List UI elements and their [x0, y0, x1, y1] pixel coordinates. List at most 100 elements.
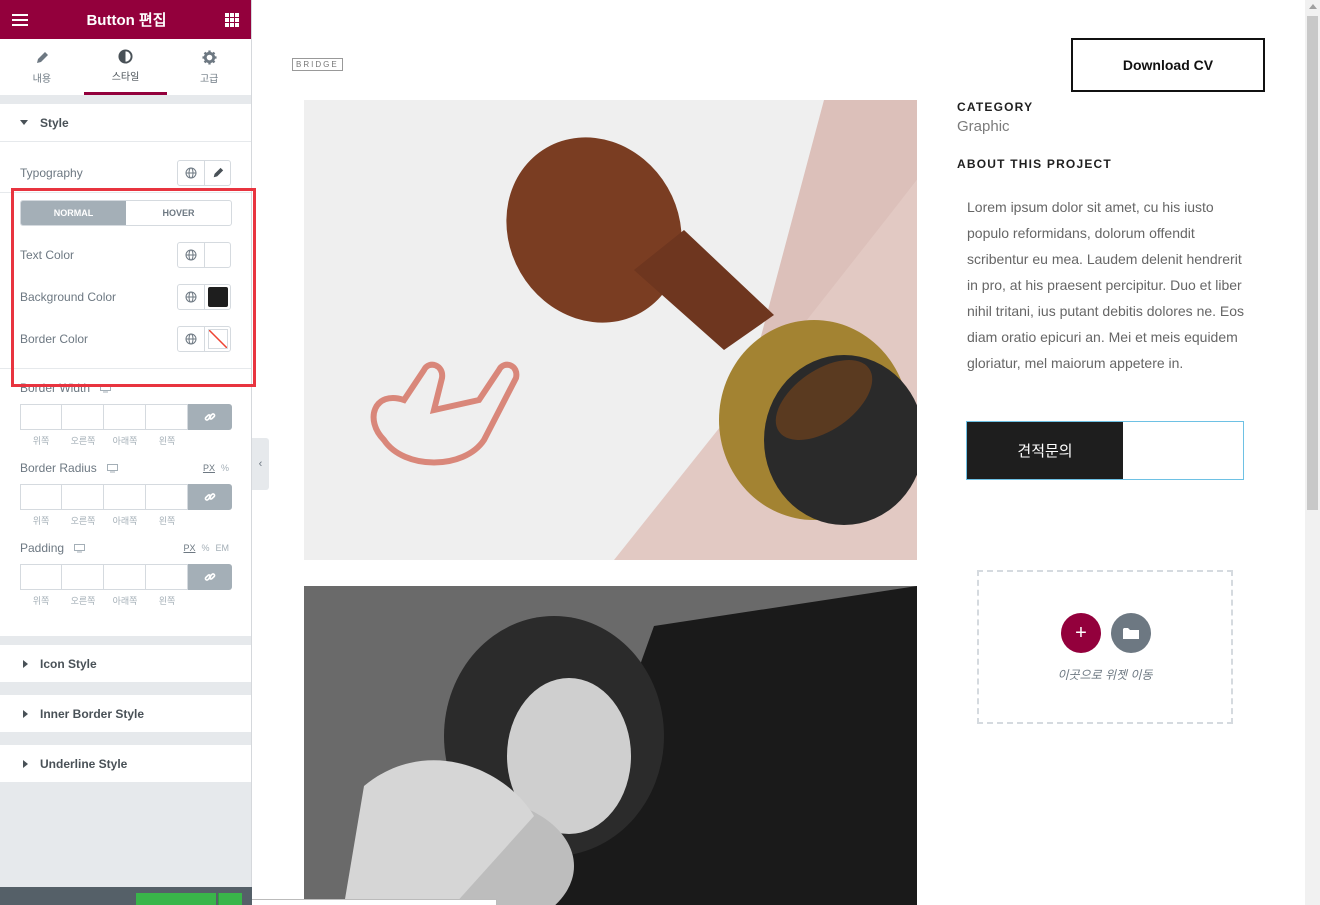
- caret-right-icon: [23, 659, 28, 668]
- text-color-control: Text Color: [20, 242, 231, 268]
- desktop-icon: [74, 543, 86, 552]
- unit-em[interactable]: EM: [216, 543, 230, 553]
- scroll-up-icon[interactable]: [1309, 4, 1317, 9]
- caret-down-icon: [20, 120, 28, 125]
- edit-typography-icon[interactable]: [204, 161, 230, 185]
- panel-footer: [0, 887, 252, 905]
- desktop-icon: [106, 463, 118, 472]
- project-info: CATEGORY Graphic ABOUT THIS PROJECT: [957, 100, 1257, 171]
- menu-icon[interactable]: [12, 13, 28, 26]
- link-icon[interactable]: [188, 404, 232, 430]
- padding-bottom-input[interactable]: [104, 564, 146, 590]
- section-icon-style-header[interactable]: Icon Style: [0, 644, 251, 682]
- border-width-top-input[interactable]: [20, 404, 62, 430]
- editor-panel: Button 편집 내용 스타일 고급 Style Typography NOR…: [0, 0, 252, 905]
- portrait-image: [304, 586, 917, 905]
- section-inner-border-style-header[interactable]: Inner Border Style: [0, 694, 251, 732]
- bottom-popup-edge: [252, 899, 497, 905]
- section-inner-border-style-title: Inner Border Style: [40, 706, 145, 721]
- border-width-left-input[interactable]: [146, 404, 188, 430]
- globe-icon[interactable]: [178, 243, 204, 267]
- style-section-body: Typography NORMAL HOVER Text Color Backg…: [0, 141, 251, 636]
- padding-label: Padding: [20, 541, 86, 555]
- state-toggle: NORMAL HOVER: [20, 200, 232, 226]
- tab-style[interactable]: 스타일: [83, 39, 168, 95]
- button-widget-selection[interactable]: 견적문의: [966, 421, 1244, 480]
- border-width-label: Border Width: [20, 381, 112, 395]
- padding-units: PX % EM: [183, 543, 229, 553]
- download-cv-button[interactable]: Download CV: [1071, 38, 1265, 92]
- page-scrollbar[interactable]: [1305, 0, 1320, 905]
- border-radius-units: PX %: [203, 463, 229, 473]
- chevron-left-icon: ‹: [258, 458, 263, 470]
- scrollbar-thumb[interactable]: [1307, 16, 1318, 510]
- section-style-title: Style: [40, 115, 69, 130]
- text-color-swatch[interactable]: [204, 243, 230, 267]
- panel-title: Button 편집: [86, 12, 167, 29]
- panel-header: Button 편집: [0, 0, 251, 39]
- tab-hover[interactable]: HOVER: [126, 201, 231, 225]
- globe-icon[interactable]: [178, 327, 204, 351]
- caret-right-icon: [23, 709, 28, 718]
- tab-content[interactable]: 내용: [0, 39, 84, 95]
- padding-right-input[interactable]: [62, 564, 104, 590]
- border-color-label: Border Color: [20, 332, 89, 346]
- border-radius-right-input[interactable]: [62, 484, 104, 510]
- tab-style-label: 스타일: [111, 72, 140, 83]
- site-logo[interactable]: BRIDGE: [292, 58, 343, 71]
- half-circle-icon: [118, 48, 133, 64]
- border-radius-label: Border Radius: [20, 461, 118, 475]
- about-text: Lorem ipsum dolor sit amet, cu his iusto…: [967, 199, 1245, 371]
- widget-drop-zone[interactable]: + 이곳으로 위젯 이동: [977, 570, 1233, 724]
- padding-inputs: [20, 564, 232, 590]
- caret-right-icon: [23, 759, 28, 768]
- background-color-label: Background Color: [20, 290, 117, 304]
- border-radius-top-input[interactable]: [20, 484, 62, 510]
- publish-button[interactable]: [136, 893, 216, 905]
- section-icon-style-title: Icon Style: [40, 656, 97, 671]
- border-color-swatch[interactable]: [204, 327, 230, 351]
- unit-percent[interactable]: %: [201, 543, 209, 553]
- widgets-grid-icon[interactable]: [225, 12, 239, 27]
- stamp-image: [304, 100, 917, 560]
- collapse-panel-button[interactable]: ‹: [252, 438, 269, 490]
- gear-icon: [202, 50, 217, 66]
- link-icon[interactable]: [188, 564, 232, 590]
- border-width-bottom-input[interactable]: [104, 404, 146, 430]
- unit-px[interactable]: PX: [183, 543, 195, 553]
- desktop-icon: [100, 383, 112, 392]
- globe-icon[interactable]: [178, 285, 204, 309]
- link-icon[interactable]: [188, 484, 232, 510]
- background-color-swatch[interactable]: [204, 285, 230, 309]
- drop-zone-text: 이곳으로 위젯 이동: [1057, 668, 1153, 682]
- globe-icon[interactable]: [178, 161, 204, 185]
- tab-advanced-label: 고급: [199, 73, 219, 85]
- pencil-icon: [35, 50, 49, 66]
- border-color-control: Border Color: [20, 326, 231, 352]
- background-color-control: Background Color: [20, 284, 231, 310]
- unit-percent[interactable]: %: [221, 463, 229, 473]
- border-width-inputs: [20, 404, 232, 430]
- typography-control: Typography: [20, 160, 231, 186]
- quote-button[interactable]: 견적문의: [967, 422, 1123, 479]
- section-underline-style-title: Underline Style: [40, 756, 128, 771]
- add-section-button[interactable]: +: [1061, 613, 1101, 653]
- publish-options-button[interactable]: [218, 893, 242, 905]
- text-color-label: Text Color: [20, 248, 75, 262]
- about-label: ABOUT THIS PROJECT: [957, 157, 1112, 171]
- padding-side-labels: 위쪽 오른쪽 아래쪽 왼쪽: [32, 596, 176, 606]
- padding-top-input[interactable]: [20, 564, 62, 590]
- tab-advanced[interactable]: 고급: [167, 39, 251, 95]
- category-value: Graphic: [957, 118, 1010, 135]
- border-radius-left-input[interactable]: [146, 484, 188, 510]
- tab-normal[interactable]: NORMAL: [21, 201, 126, 225]
- section-underline-style-header[interactable]: Underline Style: [0, 744, 251, 782]
- border-width-right-input[interactable]: [62, 404, 104, 430]
- unit-px[interactable]: PX: [203, 463, 215, 473]
- folder-icon[interactable]: [1111, 613, 1151, 653]
- border-radius-side-labels: 위쪽 오른쪽 아래쪽 왼쪽: [32, 516, 176, 526]
- padding-left-input[interactable]: [146, 564, 188, 590]
- border-radius-bottom-input[interactable]: [104, 484, 146, 510]
- section-style-header[interactable]: Style: [0, 103, 251, 141]
- category-label: CATEGORY: [957, 100, 1034, 114]
